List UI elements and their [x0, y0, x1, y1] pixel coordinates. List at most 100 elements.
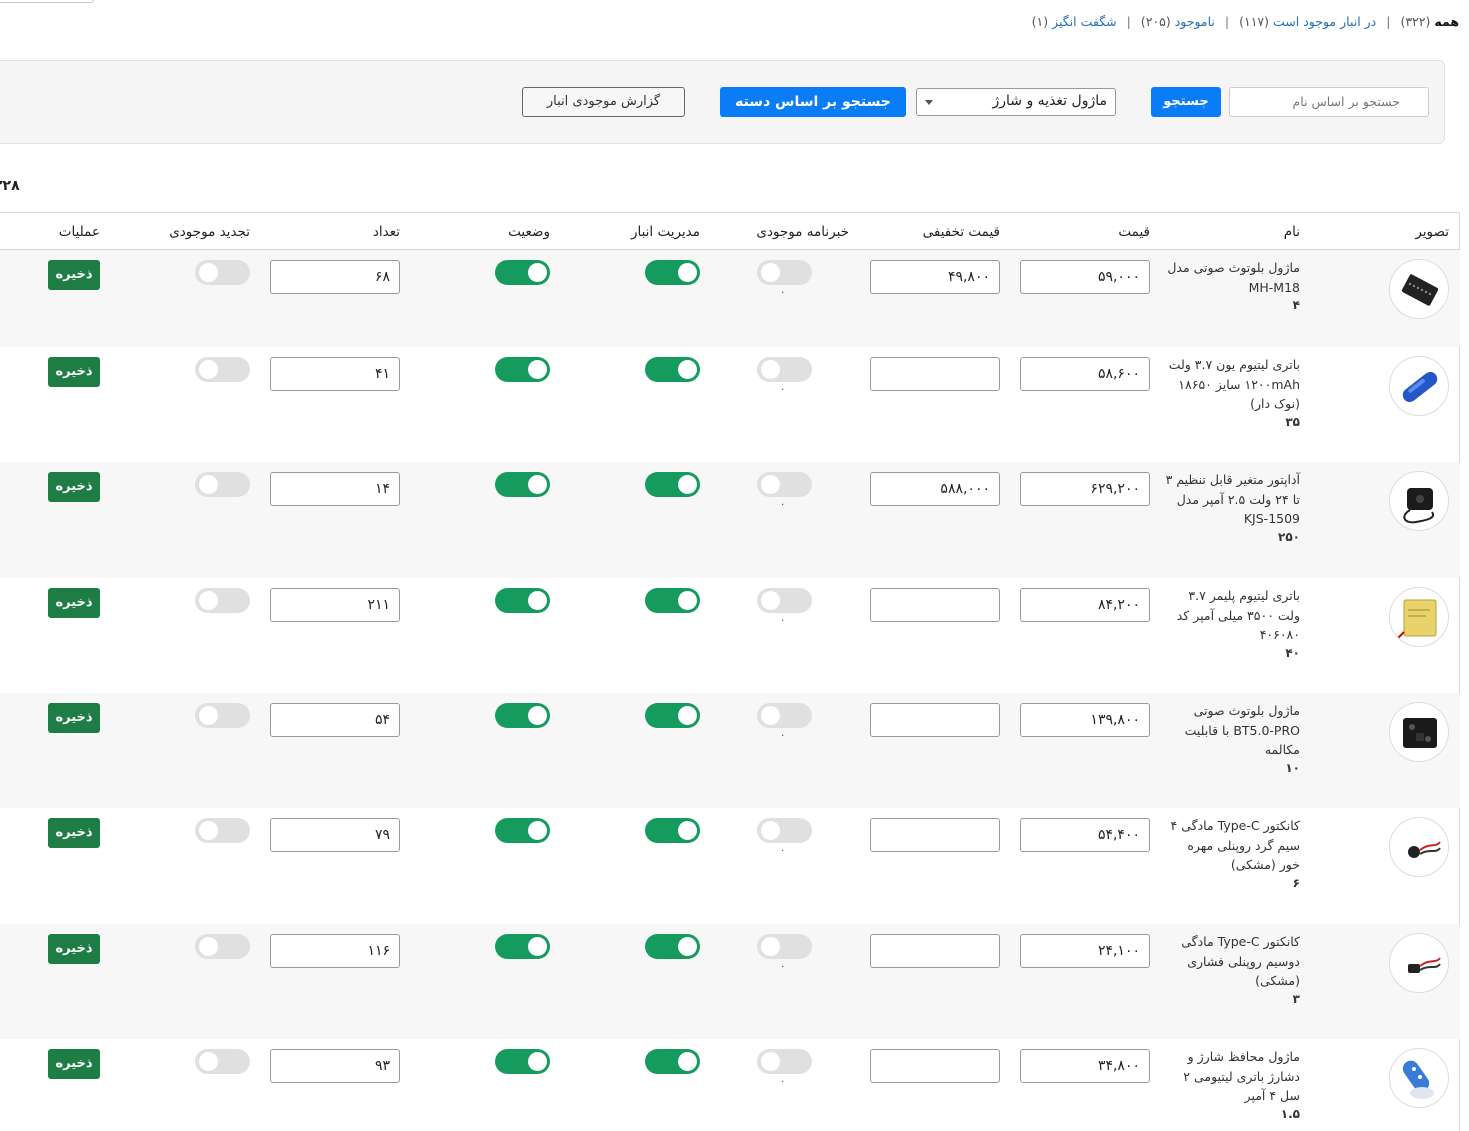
- category-select[interactable]: ماژول تغذیه و شارژ: [916, 88, 1116, 116]
- restock-toggle[interactable]: [195, 260, 250, 285]
- discount-price-input[interactable]: [870, 818, 1000, 852]
- stock-notify-count: ۰: [780, 615, 786, 626]
- price-input[interactable]: ۵۸,۶۰۰: [1020, 357, 1150, 391]
- restock-toggle[interactable]: [195, 1049, 250, 1074]
- stock-management-toggle[interactable]: [645, 818, 700, 843]
- stock-management-toggle[interactable]: [645, 934, 700, 959]
- quantity-input[interactable]: ۱۱۶: [270, 934, 400, 968]
- stock-notify-toggle[interactable]: [757, 260, 812, 285]
- toggle-knob: [678, 1052, 697, 1071]
- toggle-knob: [199, 1052, 218, 1071]
- save-button[interactable]: ذخیره: [48, 357, 100, 387]
- stock-notify-toggle[interactable]: [757, 472, 812, 497]
- toggle-knob: [761, 475, 780, 494]
- discount-price-input[interactable]: [870, 357, 1000, 391]
- product-stock: ۴: [1292, 298, 1300, 312]
- price-input[interactable]: ۱۳۹,۸۰۰: [1020, 703, 1150, 737]
- toggle-knob: [678, 360, 697, 379]
- save-button[interactable]: ذخیره: [48, 472, 100, 502]
- quantity-input[interactable]: ۴۱: [270, 357, 400, 391]
- restock-toggle[interactable]: [195, 588, 250, 613]
- status-toggle[interactable]: [495, 1049, 550, 1074]
- lipo-battery-image: [1389, 587, 1449, 647]
- save-button[interactable]: ذخیره: [48, 818, 100, 848]
- status-toggle[interactable]: [495, 357, 550, 382]
- bms-board-image: [1389, 1048, 1449, 1108]
- discount-price-input[interactable]: [870, 1049, 1000, 1083]
- price-input[interactable]: ۶۲۹,۲۰۰: [1020, 472, 1150, 506]
- discount-price-input[interactable]: [870, 703, 1000, 737]
- price-input[interactable]: ۵۹,۰۰۰: [1020, 260, 1150, 294]
- quantity-input[interactable]: ۲۱۱: [270, 588, 400, 622]
- stock-management-toggle[interactable]: [645, 588, 700, 613]
- stock-notify-toggle[interactable]: [757, 934, 812, 959]
- restock-toggle[interactable]: [195, 472, 250, 497]
- product-name[interactable]: کانکتور Type-C مادگی دوسیم روپنلی فشاری …: [1165, 932, 1300, 1007]
- product-name[interactable]: باتری لیتیوم یون ۳.۷ ولت ۱۲۰۰mAh سایز ۱۸…: [1165, 355, 1300, 430]
- stock-management-toggle[interactable]: [645, 1049, 700, 1074]
- product-stock: ۶: [1292, 875, 1300, 890]
- toggle-knob: [761, 1052, 780, 1071]
- toggle-knob: [528, 263, 547, 282]
- name-search-input[interactable]: جستجو بر اساس نام: [1229, 87, 1429, 117]
- discount-price-input[interactable]: ۵۸۸,۰۰۰: [870, 472, 1000, 506]
- product-name[interactable]: ماژول محافظ شارژ و دشارژ باتری لیتیومی ۲…: [1165, 1047, 1300, 1122]
- status-toggle[interactable]: [495, 818, 550, 843]
- status-toggle[interactable]: [495, 472, 550, 497]
- stock-report-button[interactable]: گزارش موجودی انبار: [522, 87, 685, 117]
- restock-toggle[interactable]: [195, 818, 250, 843]
- filter-amazing[interactable]: شگفت انگیز: [1052, 14, 1116, 29]
- quantity-input[interactable]: ۹۳: [270, 1049, 400, 1083]
- filter-in-stock[interactable]: در انبار موجود است: [1273, 14, 1376, 29]
- stock-notify-count: ۰: [780, 961, 786, 972]
- stock-notify-toggle[interactable]: [757, 818, 812, 843]
- stock-notify-toggle[interactable]: [757, 1049, 812, 1074]
- stock-notify-toggle[interactable]: [757, 357, 812, 382]
- discount-price-input[interactable]: [870, 934, 1000, 968]
- stock-management-toggle[interactable]: [645, 472, 700, 497]
- save-button[interactable]: ذخیره: [48, 934, 100, 964]
- category-search-button[interactable]: جستجو بر اساس دسته: [720, 87, 906, 117]
- stock-notify-toggle[interactable]: [757, 588, 812, 613]
- filter-all[interactable]: همه: [1434, 14, 1459, 29]
- stock-management-toggle[interactable]: [645, 260, 700, 285]
- product-name[interactable]: کانکتور Type-C مادگی ۴ سیم گرد روپنلی مه…: [1165, 816, 1300, 891]
- product-name[interactable]: آداپتور متغیر قابل تنظیم ۳ تا ۲۴ ولت ۲.۵…: [1165, 470, 1300, 545]
- save-button[interactable]: ذخیره: [48, 703, 100, 733]
- status-toggle[interactable]: [495, 703, 550, 728]
- status-toggle[interactable]: [495, 934, 550, 959]
- toggle-knob: [199, 360, 218, 379]
- discount-price-input[interactable]: [870, 588, 1000, 622]
- filter-out-of-stock[interactable]: ناموجود: [1175, 14, 1215, 29]
- product-name[interactable]: ماژول بلوتوث صوتی مدل MH-M18 ۴: [1165, 258, 1300, 313]
- status-toggle[interactable]: [495, 260, 550, 285]
- toggle-knob: [528, 591, 547, 610]
- restock-toggle[interactable]: [195, 934, 250, 959]
- stock-notify-count: ۰: [780, 287, 786, 298]
- quantity-input[interactable]: ۱۴: [270, 472, 400, 506]
- product-name[interactable]: باتری لیتیوم پلیمر ۳.۷ ولت ۳۵۰۰ میلی آمپ…: [1165, 586, 1300, 661]
- product-name[interactable]: ماژول بلوتوث صوتی BT5.0-PRO با قابلیت مک…: [1165, 701, 1300, 776]
- toggle-knob: [678, 821, 697, 840]
- column-header-status: وضعیت: [508, 224, 550, 240]
- save-button[interactable]: ذخیره: [48, 1049, 100, 1079]
- quantity-input[interactable]: ۶۸: [270, 260, 400, 294]
- product-name-text: ماژول محافظ شارژ و دشارژ باتری لیتیومی ۲…: [1183, 1049, 1300, 1103]
- price-input[interactable]: ۵۴,۴۰۰: [1020, 818, 1150, 852]
- stock-notify-toggle[interactable]: [757, 703, 812, 728]
- price-input[interactable]: ۲۴,۱۰۰: [1020, 934, 1150, 968]
- discount-price-input[interactable]: ۴۹,۸۰۰: [870, 260, 1000, 294]
- category-select-value: ماژول تغذیه و شارژ: [992, 93, 1108, 109]
- stock-management-toggle[interactable]: [645, 703, 700, 728]
- restock-toggle[interactable]: [195, 357, 250, 382]
- save-button[interactable]: ذخیره: [48, 588, 100, 618]
- save-button[interactable]: ذخیره: [48, 260, 100, 290]
- price-input[interactable]: ۸۴,۲۰۰: [1020, 588, 1150, 622]
- status-toggle[interactable]: [495, 588, 550, 613]
- quantity-input[interactable]: ۵۴: [270, 703, 400, 737]
- quantity-input[interactable]: ۷۹: [270, 818, 400, 852]
- stock-management-toggle[interactable]: [645, 357, 700, 382]
- restock-toggle[interactable]: [195, 703, 250, 728]
- price-input[interactable]: ۳۴,۸۰۰: [1020, 1049, 1150, 1083]
- search-button[interactable]: جستجو: [1151, 87, 1221, 117]
